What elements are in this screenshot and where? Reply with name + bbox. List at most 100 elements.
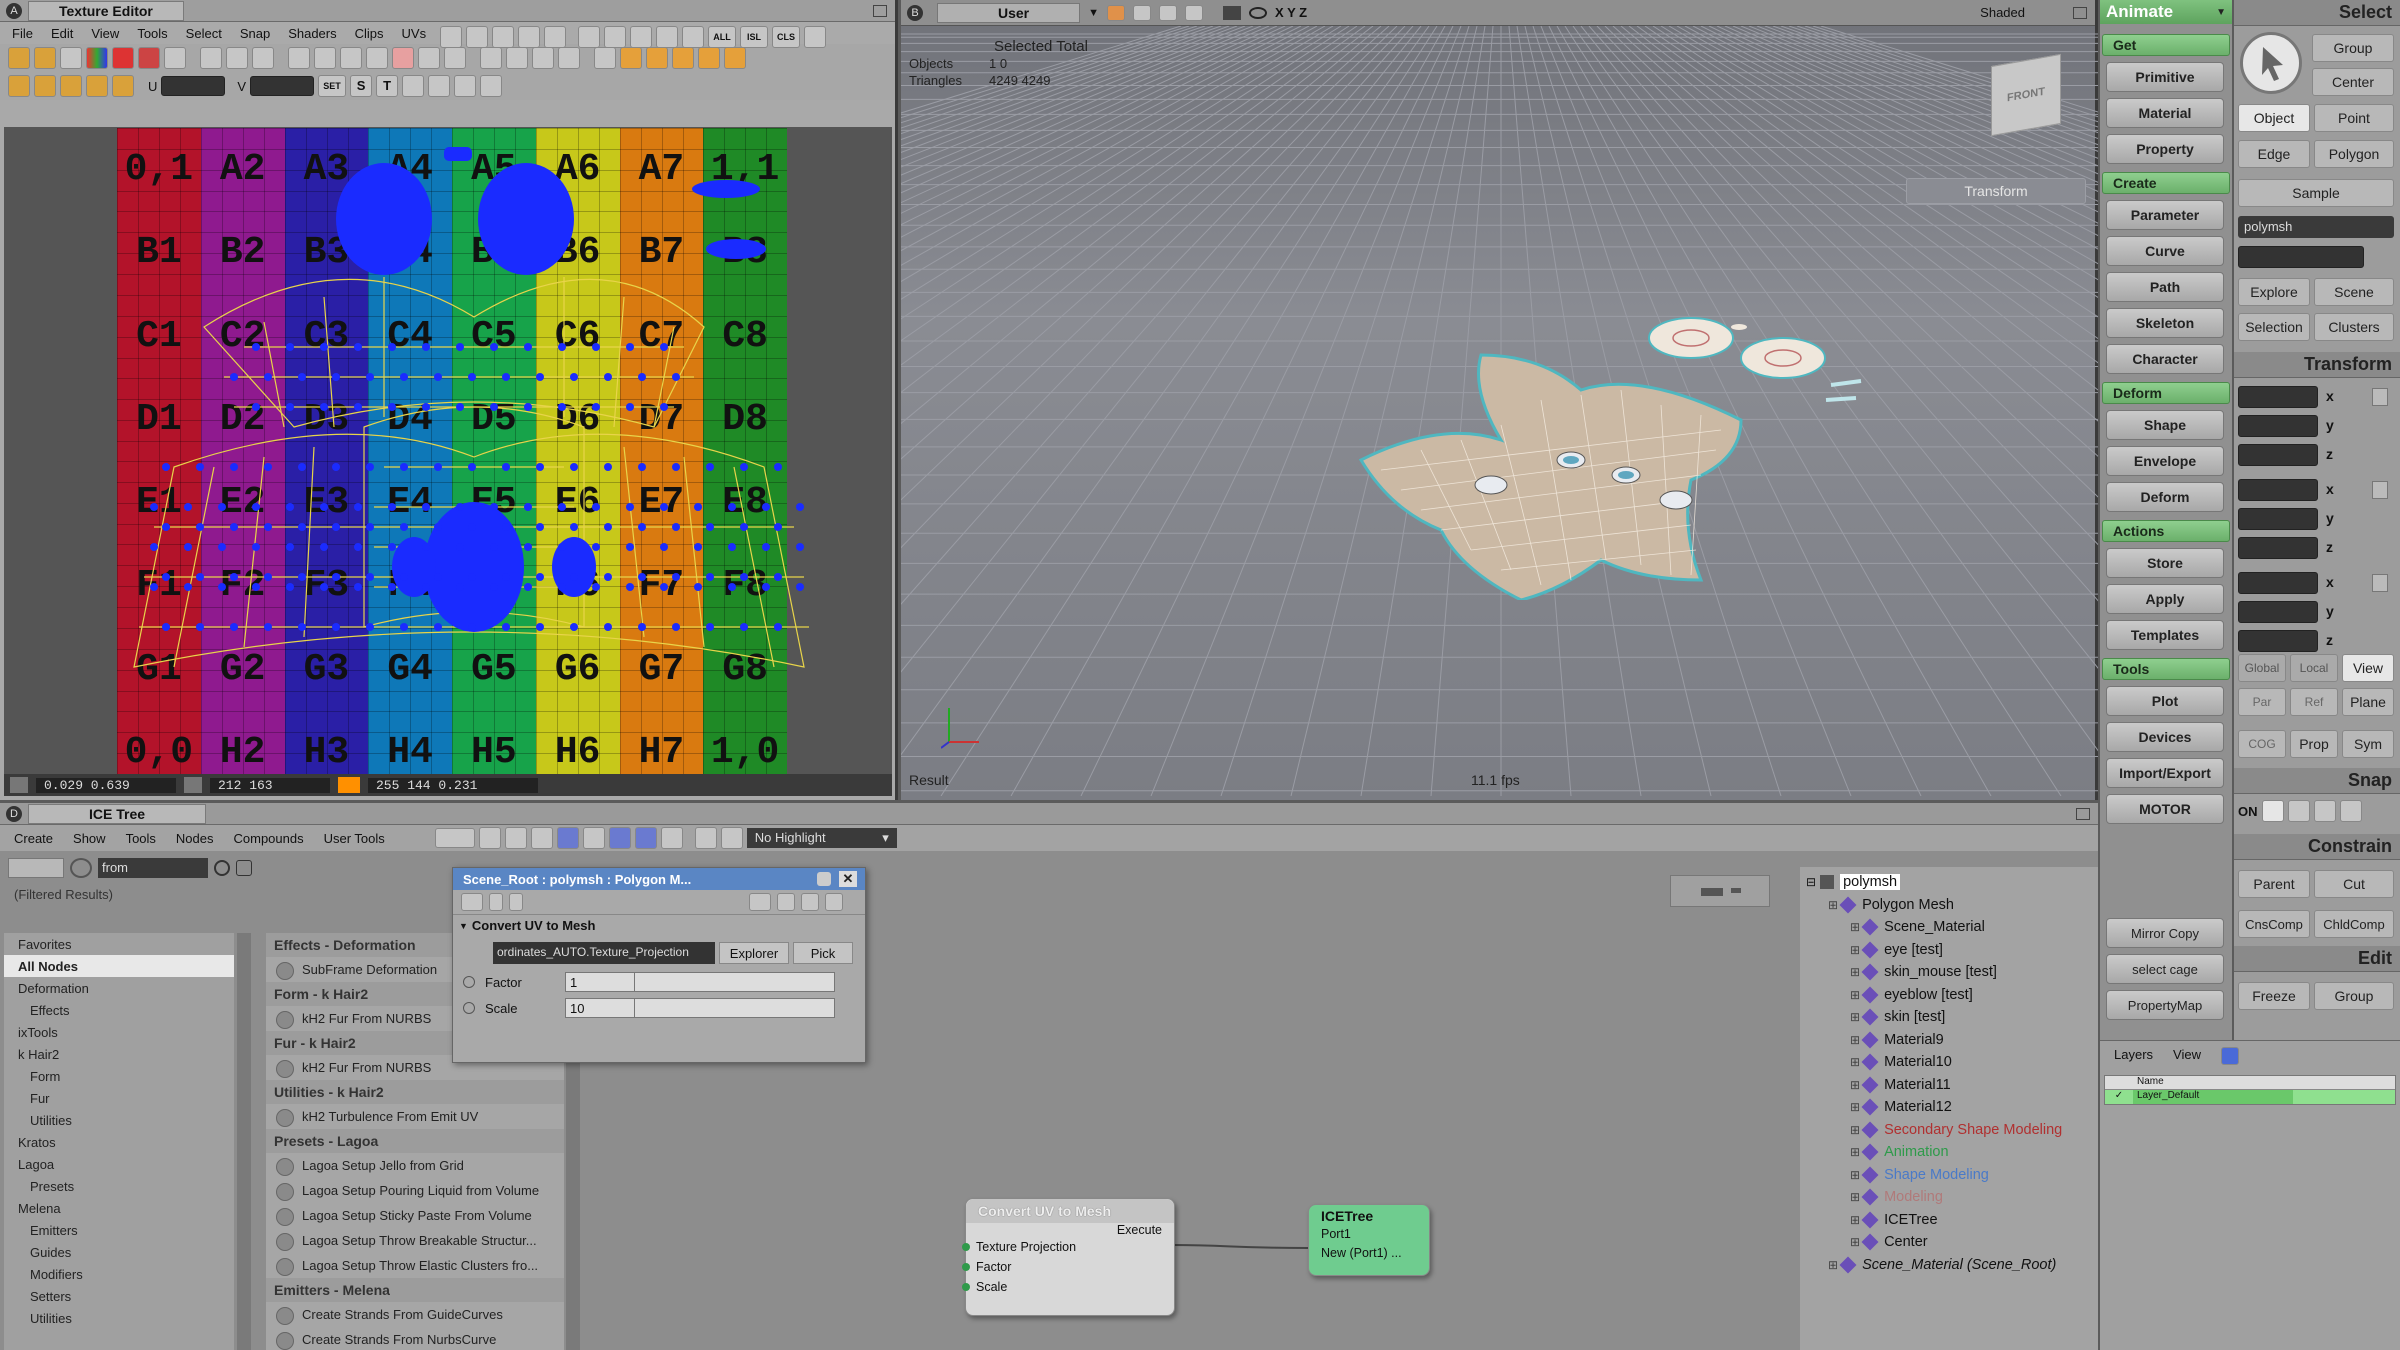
uv-vertex[interactable] [286, 543, 294, 551]
uv-vertex[interactable] [740, 623, 748, 631]
shape-button[interactable]: Shape [2106, 410, 2224, 440]
snap-orange-4-icon[interactable] [698, 47, 720, 69]
object-button[interactable]: Object [2238, 104, 2310, 132]
uv-vertex[interactable] [434, 523, 442, 531]
uv-vertex[interactable] [456, 403, 464, 411]
mirror-icon[interactable] [164, 47, 186, 69]
collapse-icon[interactable]: ⊟ [1806, 875, 1816, 889]
uv-vertex[interactable] [150, 503, 158, 511]
expand-icon[interactable]: ⊞ [1850, 1123, 1860, 1137]
cnscomp-button[interactable]: CnsComp [2238, 910, 2310, 938]
transform-field-z[interactable] [2238, 537, 2318, 559]
chevron-down-icon[interactable]: ▼ [1088, 7, 1099, 19]
uv-vertex[interactable] [264, 463, 272, 471]
port-connector-icon[interactable] [962, 1243, 970, 1251]
v-field[interactable] [250, 76, 315, 96]
uv-vertex[interactable] [230, 573, 238, 581]
t-button[interactable]: T [376, 75, 399, 97]
ice-menu-nodes[interactable]: Nodes [176, 831, 214, 846]
uv-vertex[interactable] [638, 523, 646, 531]
nav-item-emitters[interactable]: Emitters [4, 1219, 234, 1241]
ice-menu-show[interactable]: Show [73, 831, 106, 846]
snap-surface-icon[interactable] [2313, 800, 2336, 822]
uv-vertex[interactable] [230, 623, 238, 631]
set-button[interactable]: SET [318, 75, 347, 97]
explore-button[interactable]: Explore [2238, 278, 2310, 306]
uv-vertex[interactable] [230, 373, 238, 381]
uv-vertex[interactable] [456, 503, 464, 511]
tree-item[interactable]: ⊞ Material12 [1806, 1096, 2098, 1119]
uv-vertex[interactable] [354, 503, 362, 511]
rotate-icon[interactable] [60, 47, 82, 69]
select-cage-button[interactable]: select cage [2106, 954, 2224, 984]
uv-vertex[interactable] [638, 623, 646, 631]
uv-vertex[interactable] [230, 463, 238, 471]
nav-item-utilities[interactable]: Utilities [4, 1109, 234, 1131]
uv-vertex[interactable] [536, 523, 544, 531]
uv-vertex[interactable] [264, 523, 272, 531]
uv-vertex[interactable] [298, 373, 306, 381]
uv-vertex[interactable] [434, 463, 442, 471]
uv-vertex[interactable] [502, 463, 510, 471]
uv-vertex[interactable] [286, 583, 294, 591]
uv-vertex[interactable] [740, 573, 748, 581]
input-port[interactable]: Factor [962, 1257, 1174, 1277]
transform-field-x[interactable] [2238, 386, 2318, 408]
tree-item[interactable]: ⊞ Material11 [1806, 1074, 2098, 1097]
uv-vertex[interactable] [286, 503, 294, 511]
scale-icon[interactable] [34, 47, 56, 69]
uv-vertex[interactable] [626, 343, 634, 351]
translate-icon[interactable] [288, 47, 310, 69]
uv-vertex[interactable] [332, 623, 340, 631]
scene-button[interactable]: Scene [2314, 278, 2394, 306]
uv-vertex[interactable] [332, 373, 340, 381]
view-cube[interactable]: FRONT [1991, 53, 2061, 137]
camera-icon[interactable] [1223, 5, 1242, 20]
uv-vertex[interactable] [570, 373, 578, 381]
weld-icon[interactable] [444, 47, 466, 69]
uv-vertex[interactable] [660, 403, 668, 411]
target-4-icon[interactable] [558, 47, 580, 69]
uv-vertex[interactable] [252, 403, 260, 411]
view-tab[interactable]: View [2173, 1047, 2201, 1065]
uv-vertex[interactable] [150, 583, 158, 591]
uv-vertex[interactable] [604, 623, 612, 631]
tree-item[interactable]: ⊞ skin [test] [1806, 1006, 2098, 1029]
expand-icon[interactable]: ⊞ [1850, 1145, 1860, 1159]
uv-vertex[interactable] [218, 543, 226, 551]
scale-animate-icon[interactable] [463, 1002, 475, 1014]
tree-item[interactable]: ⊞ eyeblow [test] [1806, 984, 2098, 1007]
uv-vertex[interactable] [298, 523, 306, 531]
snap-point-icon[interactable] [2261, 800, 2284, 822]
uv-vertex[interactable] [490, 343, 498, 351]
tool-orange-5-icon[interactable] [112, 75, 134, 97]
uv-vertex[interactable] [400, 463, 408, 471]
factor-animate-icon[interactable] [463, 976, 475, 988]
uv-vertex[interactable] [354, 583, 362, 591]
distribute-button[interactable] [480, 75, 503, 97]
uv-vertex[interactable] [150, 543, 158, 551]
select-arrow-icon[interactable] [200, 47, 222, 69]
tree-item[interactable]: ⊞ Scene_Material (Scene_Root) [1806, 1254, 2098, 1277]
uv-vertex[interactable] [264, 623, 272, 631]
icetree-node[interactable]: ICETree Port1 New (Port1) ... [1308, 1204, 1430, 1276]
uv-vertex[interactable] [264, 373, 272, 381]
uv-vertex[interactable] [660, 583, 668, 591]
highlight-dropdown[interactable]: No Highlight ▾ [746, 828, 897, 848]
transform-field-y[interactable] [2238, 415, 2318, 437]
snap-orange-3-icon[interactable] [672, 47, 694, 69]
menu-file[interactable]: File [12, 26, 33, 41]
uv-vertex[interactable] [524, 543, 532, 551]
devices-button[interactable]: Devices [2106, 722, 2224, 752]
box-button[interactable] [428, 75, 451, 97]
factor-field[interactable]: 1 [565, 972, 635, 992]
display-mode[interactable]: Shaded [1980, 5, 2025, 20]
uv-vertex[interactable] [354, 543, 362, 551]
nav-item-kratos[interactable]: Kratos [4, 1131, 234, 1153]
nav-item-form[interactable]: Form [4, 1065, 234, 1087]
uv-vertex[interactable] [706, 463, 714, 471]
port-connector-icon[interactable] [962, 1263, 970, 1271]
close-icon[interactable]: ✕ [839, 871, 857, 887]
uv-vertex[interactable] [320, 503, 328, 511]
uv-vertex[interactable] [264, 573, 272, 581]
